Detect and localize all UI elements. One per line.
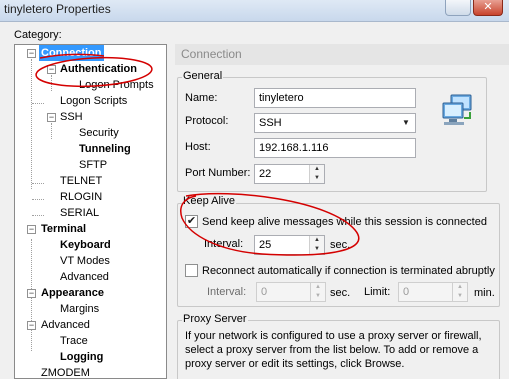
tree-item-logging[interactable]: Logging bbox=[60, 349, 103, 365]
tree-item-authentication[interactable]: Authentication bbox=[60, 61, 137, 77]
limit-label: Limit: bbox=[364, 286, 391, 298]
proxy-group-label: Proxy Server bbox=[182, 313, 248, 325]
tree-item-connection[interactable]: Connection bbox=[39, 45, 104, 61]
interval-label: Interval: bbox=[204, 238, 244, 250]
tree-line bbox=[51, 75, 52, 91]
chevron-down-icon: ▼ bbox=[402, 118, 410, 127]
reconnect-sec-label: sec. bbox=[330, 287, 351, 299]
limit-spinner[interactable]: ▲ ▼ bbox=[452, 283, 467, 301]
maximize-button[interactable] bbox=[445, 0, 471, 16]
collapse-authentication-icon[interactable]: − bbox=[47, 65, 56, 74]
collapse-connection-icon[interactable]: − bbox=[27, 49, 36, 58]
host-field[interactable]: 192.168.1.116 bbox=[254, 138, 416, 158]
spin-down-icon[interactable]: ▼ bbox=[453, 292, 467, 301]
network-computer-icon bbox=[442, 94, 472, 125]
spin-up-icon[interactable]: ▲ bbox=[453, 283, 467, 292]
title-bar: tinyletero Properties ✕ bbox=[0, 0, 509, 22]
tree-item-advanced[interactable]: Advanced bbox=[41, 317, 90, 333]
tree-item-sftp[interactable]: SFTP bbox=[79, 157, 107, 173]
tree-item-appearance[interactable]: Appearance bbox=[41, 285, 104, 301]
window-title: tinyletero Properties bbox=[4, 2, 111, 16]
keep-alive-group-label: Keep Alive bbox=[182, 195, 236, 207]
tree-line bbox=[32, 103, 44, 104]
name-label: Name: bbox=[185, 92, 218, 104]
send-keepalive-checkbox[interactable]: ✔ bbox=[185, 215, 198, 228]
tree-item-security[interactable]: Security bbox=[79, 125, 119, 141]
reconnect-label: Reconnect automatically if connection is… bbox=[202, 265, 495, 277]
category-label: Category: bbox=[14, 29, 62, 41]
interval-sec-label: sec. bbox=[330, 239, 351, 251]
tree-item-trace[interactable]: Trace bbox=[60, 333, 88, 349]
proxy-description-line-1: If your network is configured to use a p… bbox=[185, 330, 482, 342]
tree-line bbox=[31, 59, 32, 189]
category-tree[interactable]: − Connection − Authentication Logon Prom… bbox=[14, 44, 167, 379]
port-label: Port Number: bbox=[185, 167, 251, 179]
tree-item-logon-prompts[interactable]: Logon Prompts bbox=[79, 77, 154, 93]
protocol-select[interactable]: SSH ▼ bbox=[254, 113, 416, 133]
tree-item-terminal[interactable]: Terminal bbox=[41, 221, 86, 237]
protocol-label: Protocol: bbox=[185, 115, 229, 127]
tree-item-keyboard[interactable]: Keyboard bbox=[60, 237, 111, 253]
proxy-description-line-3: proxy server or edit its settings, click… bbox=[185, 358, 405, 370]
name-field[interactable]: tinyletero bbox=[254, 88, 416, 108]
collapse-ssh-icon[interactable]: − bbox=[47, 113, 56, 122]
tree-line bbox=[32, 183, 44, 184]
tree-line bbox=[51, 123, 52, 139]
tree-item-advanced-terminal[interactable]: Advanced bbox=[60, 269, 109, 285]
panel-title: Connection bbox=[175, 44, 509, 65]
tree-item-ssh[interactable]: SSH bbox=[60, 109, 83, 125]
limit-min-label: min. bbox=[474, 287, 495, 299]
tree-item-vt-modes[interactable]: VT Modes bbox=[60, 253, 110, 269]
tree-item-logon-scripts[interactable]: Logon Scripts bbox=[60, 93, 127, 109]
tree-item-telnet[interactable]: TELNET bbox=[60, 173, 102, 189]
spin-up-icon[interactable]: ▲ bbox=[310, 236, 324, 245]
tree-item-serial[interactable]: SERIAL bbox=[60, 205, 99, 221]
host-label: Host: bbox=[185, 141, 211, 153]
collapse-advanced-icon[interactable]: − bbox=[27, 321, 36, 330]
protocol-value: SSH bbox=[259, 117, 282, 129]
interval-spinner[interactable]: ▲ ▼ bbox=[309, 236, 324, 254]
tree-item-zmodem[interactable]: ZMODEM bbox=[41, 365, 90, 378]
send-keepalive-label: Send keep alive messages while this sess… bbox=[202, 216, 487, 228]
spin-down-icon[interactable]: ▼ bbox=[311, 292, 325, 301]
reconnect-interval-spinner[interactable]: ▲ ▼ bbox=[310, 283, 325, 301]
tree-item-margins[interactable]: Margins bbox=[60, 301, 99, 317]
proxy-description-line-2: select a proxy server from the list belo… bbox=[185, 344, 479, 356]
spin-down-icon[interactable]: ▼ bbox=[310, 174, 324, 183]
general-group-label: General bbox=[182, 70, 224, 82]
reconnect-checkbox[interactable] bbox=[185, 264, 198, 277]
tree-line bbox=[32, 215, 44, 216]
spin-down-icon[interactable]: ▼ bbox=[310, 245, 324, 254]
close-button[interactable]: ✕ bbox=[473, 0, 503, 16]
reconnect-interval-label: Interval: bbox=[207, 286, 247, 298]
collapse-appearance-icon[interactable]: − bbox=[27, 289, 36, 298]
collapse-terminal-icon[interactable]: − bbox=[27, 225, 36, 234]
spin-up-icon[interactable]: ▲ bbox=[310, 165, 324, 174]
tree-item-tunneling[interactable]: Tunneling bbox=[79, 141, 131, 157]
spin-up-icon[interactable]: ▲ bbox=[311, 283, 325, 292]
port-spinner[interactable]: ▲ ▼ bbox=[309, 165, 324, 183]
tree-line bbox=[32, 199, 44, 200]
tree-item-rlogin[interactable]: RLOGIN bbox=[60, 189, 102, 205]
